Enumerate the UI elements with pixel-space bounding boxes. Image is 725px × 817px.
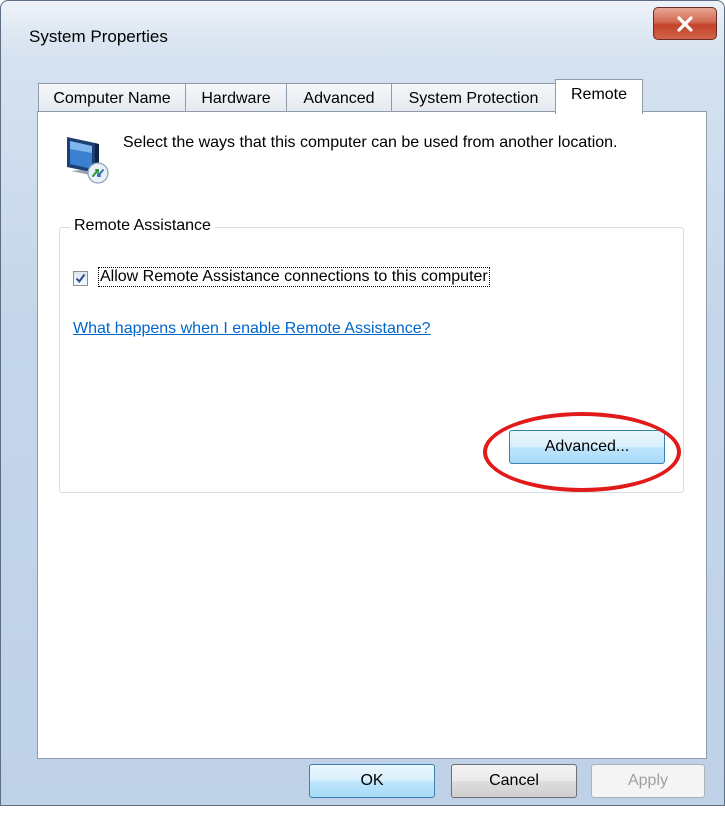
remote-monitor-icon — [67, 137, 109, 184]
close-icon — [677, 15, 693, 32]
tab-advanced[interactable]: Advanced — [286, 83, 392, 113]
group-label: Remote Assistance — [70, 217, 215, 235]
close-button[interactable] — [653, 7, 717, 40]
tab-remote[interactable]: Remote — [555, 79, 643, 114]
tab-system-protection[interactable]: System Protection — [391, 83, 556, 113]
ok-button[interactable]: OK — [309, 764, 435, 798]
remote-assistance-help-link[interactable]: What happens when I enable Remote Assist… — [73, 320, 431, 338]
remote-tab-panel: Select the ways that this computer can b… — [37, 111, 707, 759]
checkmark-icon — [75, 273, 86, 284]
tab-hardware[interactable]: Hardware — [185, 83, 287, 113]
allow-remote-assistance-label[interactable]: Allow Remote Assistance connections to t… — [98, 267, 490, 287]
allow-remote-assistance-checkbox[interactable] — [73, 271, 88, 286]
apply-button[interactable]: Apply — [591, 764, 705, 798]
remote-assistance-group: Remote Assistance Allow Remote Assistanc… — [59, 217, 684, 493]
cancel-button[interactable]: Cancel — [451, 764, 577, 798]
advanced-button[interactable]: Advanced... — [509, 430, 665, 464]
window-title: System Properties — [29, 27, 168, 46]
intro-text: Select the ways that this computer can b… — [123, 134, 618, 151]
tab-computer-name[interactable]: Computer Name — [38, 83, 186, 113]
